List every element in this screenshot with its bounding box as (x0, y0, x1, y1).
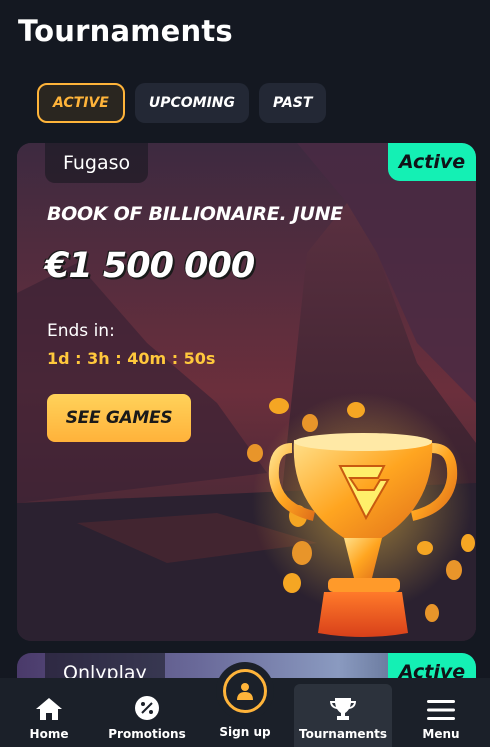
prize-pool: €1 500 000 (45, 246, 255, 286)
bottom-navigation: Home Promotions Sign up Tournaments Menu (0, 662, 490, 747)
filter-tabs: ACTIVE UPCOMING PAST (37, 83, 327, 123)
home-icon (35, 697, 63, 721)
nav-sign-up[interactable]: Sign up (196, 662, 294, 747)
filter-past-tab[interactable]: PAST (259, 83, 327, 123)
nav-tournaments[interactable]: Tournaments (294, 684, 392, 747)
nav-label: Home (29, 727, 69, 741)
trophy-icon (329, 697, 357, 721)
nav-label: Tournaments (298, 727, 387, 741)
nav-label: Sign up (219, 725, 271, 739)
status-badge: Active (388, 143, 476, 181)
see-games-button[interactable]: SEE GAMES (47, 394, 191, 442)
tournament-name: BOOK OF BILLIONAIRE. JUNE (47, 203, 343, 225)
trophy-icon (247, 398, 475, 637)
user-icon (223, 669, 267, 713)
page-title: Tournaments (18, 14, 233, 48)
nav-home[interactable]: Home (0, 678, 98, 747)
nav-label: Menu (422, 727, 460, 741)
filter-active-tab[interactable]: ACTIVE (37, 83, 125, 123)
signup-bubble (216, 662, 274, 720)
tournament-card[interactable]: Fugaso Active BOOK OF BILLIONAIRE. JUNE … (17, 143, 476, 641)
percent-icon (134, 695, 160, 721)
provider-tag: Fugaso (45, 143, 149, 183)
nav-promotions[interactable]: Promotions (98, 678, 196, 747)
filter-upcoming-tab[interactable]: UPCOMING (134, 83, 249, 123)
hamburger-icon (427, 699, 455, 721)
ends-in-label: Ends in: (47, 321, 115, 341)
nav-menu[interactable]: Menu (392, 678, 490, 747)
nav-label: Promotions (108, 727, 186, 741)
countdown-timer: 1d : 3h : 40m : 50s (47, 349, 216, 368)
